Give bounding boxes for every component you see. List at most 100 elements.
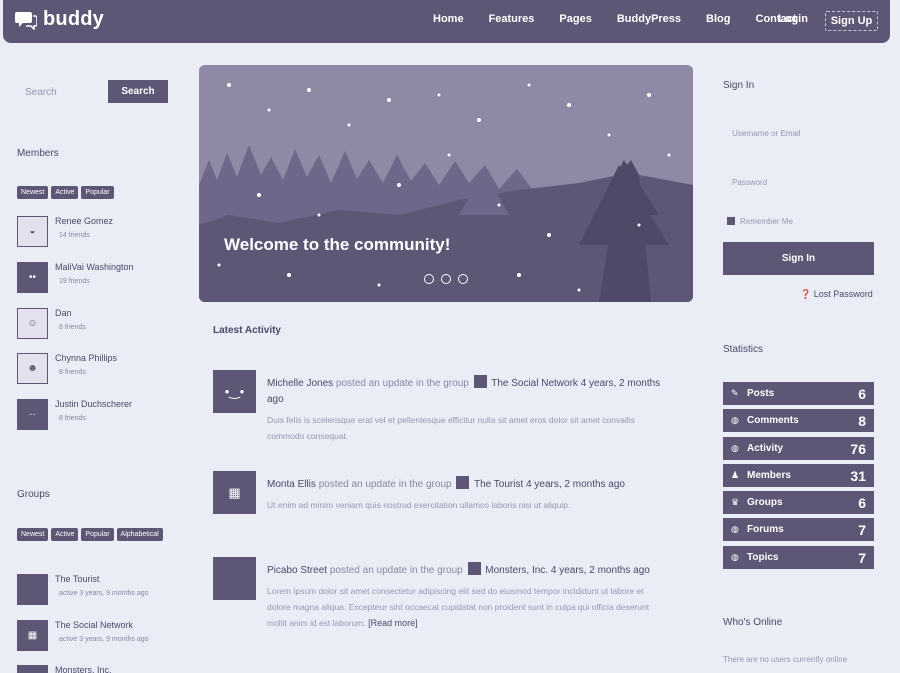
activity-user[interactable]: Michelle Jones (267, 378, 333, 389)
member-meta: 14 friends (59, 232, 90, 239)
group-avatar[interactable] (17, 574, 48, 605)
activity-time[interactable]: 4 years, 2 months ago (526, 479, 625, 490)
member-name[interactable]: Dan (55, 308, 86, 318)
group-name[interactable]: The Social Network (55, 620, 149, 630)
group-icon: ♛ (731, 497, 740, 507)
groups-filter-alphabetical[interactable]: Alphabetical (116, 528, 163, 541)
site-logo[interactable]: buddy (15, 8, 104, 31)
groups-filter-popular[interactable]: Popular (81, 528, 114, 541)
remember-checkbox[interactable] (727, 217, 735, 225)
nav-blog[interactable]: Blog (706, 13, 730, 25)
member-item[interactable]: ·· Justin Duchscherer 8 friends (17, 399, 132, 430)
group-name[interactable]: The Tourist (55, 574, 149, 584)
question-icon: ❓ (800, 289, 812, 299)
stat-label: Posts (747, 388, 775, 399)
members-filter-active[interactable]: Active (51, 186, 79, 199)
stat-count: 76 (850, 440, 866, 457)
member-name[interactable]: Justin Duchscherer (55, 399, 132, 409)
nav-features[interactable]: Features (489, 13, 535, 25)
member-name[interactable]: Renee Gomez (55, 216, 113, 226)
activity-group[interactable]: The Social Network (491, 378, 578, 389)
lost-password-text[interactable]: Lost Password (814, 289, 873, 299)
stat-topics[interactable]: ◍ Topics 7 (723, 546, 874, 569)
member-meta: 8 friends (59, 324, 86, 331)
group-icon[interactable] (467, 562, 481, 575)
search-button[interactable]: Search (108, 80, 168, 103)
activity-group[interactable]: The Tourist (474, 479, 523, 490)
activity-time[interactable]: 4 years, 2 months ago (551, 565, 650, 576)
member-meta: 8 friends (59, 369, 86, 376)
avatar[interactable]: ·· (17, 399, 48, 430)
stat-label: Topics (747, 552, 779, 563)
login-link[interactable]: Login (778, 13, 808, 25)
slider-dot[interactable] (424, 274, 434, 284)
activity-user[interactable]: Monta Ellis (267, 479, 316, 490)
avatar[interactable]: •• (17, 262, 48, 293)
groups-filter-newest[interactable]: Newest (17, 528, 49, 541)
forum-icon: ◍ (731, 524, 739, 534)
avatar[interactable]: ☺ (17, 308, 48, 339)
read-more-link[interactable]: [Read more] (368, 618, 418, 628)
topic-icon: ◍ (731, 552, 739, 562)
member-name[interactable]: Chynna Phillips (55, 353, 117, 363)
groups-filter-active[interactable]: Active (51, 528, 79, 541)
signup-button[interactable]: Sign Up (825, 11, 878, 31)
username-field[interactable]: Username or Email (732, 129, 800, 138)
top-navbar: buddy Home Features Pages BuddyPress Blo… (3, 0, 890, 43)
group-name[interactable]: Monsters, Inc. (55, 665, 112, 673)
member-item[interactable]: ◒ Renee Gomez 14 friends (17, 216, 113, 247)
avatar[interactable]: ☻ (17, 353, 48, 384)
group-item[interactable]: Monsters, Inc. (17, 665, 112, 673)
forest-snow-illustration (199, 65, 693, 302)
search-input[interactable] (17, 81, 103, 103)
activity-excerpt: Ut enim ad minim veniam quis nostrud exe… (267, 500, 571, 510)
stat-members[interactable]: ♟ Members 31 (723, 464, 874, 487)
member-item[interactable]: •• MaliVai Washington 19 friends (17, 262, 134, 293)
stat-count: 8 (858, 412, 866, 429)
group-item[interactable]: The Tourist active 3 years, 9 months ago (17, 574, 149, 605)
slider-dot[interactable] (441, 274, 451, 284)
remember-label: Remember Me (740, 217, 793, 226)
latest-activity-title: Latest Activity (213, 325, 281, 336)
group-meta: active 3 years, 9 months ago (59, 636, 149, 643)
password-field[interactable]: Password (732, 178, 767, 187)
stat-count: 7 (858, 549, 866, 566)
activity-group[interactable]: Monsters, Inc. (485, 565, 548, 576)
activity-excerpt: Duis felis is scelerisque erat vel et pe… (267, 415, 635, 441)
stat-label: Forums (747, 524, 784, 535)
members-filter-popular[interactable]: Popular (81, 186, 114, 199)
avatar[interactable]: •‿• (213, 370, 256, 413)
group-avatar[interactable] (17, 665, 48, 673)
lost-password-link[interactable]: ❓ Lost Password (800, 289, 873, 300)
avatar[interactable]: ▦ (213, 471, 256, 514)
groups-widget-title: Groups (17, 489, 50, 500)
group-icon[interactable] (456, 476, 470, 489)
slider-dots (424, 274, 475, 284)
slider-dot[interactable] (458, 274, 468, 284)
stat-activity[interactable]: ◍ Activity 76 (723, 437, 874, 460)
group-avatar[interactable]: ▦ (17, 620, 48, 651)
avatar[interactable]: ◒ (17, 216, 48, 247)
nav-pages[interactable]: Pages (559, 13, 591, 25)
members-filter-newest[interactable]: Newest (17, 186, 49, 199)
stat-label: Members (747, 470, 791, 481)
stat-comments[interactable]: ◍ Comments 8 (723, 409, 874, 432)
member-item[interactable]: ☺ Dan 8 friends (17, 308, 86, 339)
activity-verb: posted an update in the group (335, 378, 469, 389)
signin-widget-title: Sign In (723, 80, 755, 91)
stat-groups[interactable]: ♛ Groups 6 (723, 491, 874, 514)
member-meta: 19 friends (59, 278, 90, 285)
stat-forums[interactable]: ◍ Forums 7 (723, 518, 874, 541)
stat-posts[interactable]: ✎ Posts 6 (723, 382, 874, 405)
group-item[interactable]: ▦ The Social Network active 3 years, 9 mo… (17, 620, 149, 651)
signin-button[interactable]: Sign In (723, 242, 874, 275)
member-item[interactable]: ☻ Chynna Phillips 8 friends (17, 353, 117, 384)
main-nav: Home Features Pages BuddyPress Blog Cont… (433, 13, 821, 25)
avatar[interactable] (213, 557, 256, 600)
member-name[interactable]: MaliVai Washington (55, 262, 134, 272)
nav-home[interactable]: Home (433, 13, 464, 25)
logo-text: buddy (43, 8, 104, 30)
activity-user[interactable]: Picabo Street (267, 565, 327, 576)
group-icon[interactable] (473, 375, 487, 388)
nav-buddypress[interactable]: BuddyPress (617, 13, 681, 25)
